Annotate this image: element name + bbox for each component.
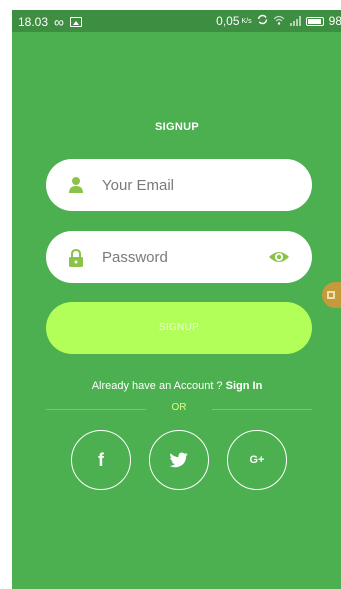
data-rate-unit: K/s — [241, 17, 252, 25]
floating-side-tab[interactable] — [322, 282, 341, 308]
status-bar: 18.03 ∞ 0,05 K/s 98 — [12, 10, 341, 32]
facebook-icon: f — [98, 449, 104, 470]
data-rate: 0,05 — [216, 14, 240, 28]
battery-icon — [305, 16, 324, 26]
google-plus-icon: G+ — [249, 454, 265, 466]
page-title: SIGNUP — [155, 121, 199, 133]
status-time: 18.03 — [18, 15, 49, 29]
twitter-button[interactable] — [149, 430, 209, 490]
email-field[interactable] — [46, 159, 312, 211]
google-plus-button[interactable]: G+ — [227, 430, 287, 490]
twitter-icon — [169, 452, 189, 468]
or-divider: OR — [46, 402, 312, 416]
signup-button[interactable]: SIGNUP — [46, 302, 312, 354]
sync-icon — [257, 14, 268, 28]
divider-line-right — [212, 409, 312, 410]
status-left: 18.03 ∞ — [18, 14, 83, 30]
phone-screen: 18.03 ∞ 0,05 K/s 98 SIGNUP Your Email SI… — [12, 10, 341, 589]
password-field[interactable] — [46, 231, 312, 283]
status-right: 0,05 K/s 98 — [216, 14, 341, 28]
side-tab-icon — [327, 291, 335, 299]
password-input[interactable] — [102, 245, 272, 269]
facebook-button[interactable]: f — [71, 430, 131, 490]
wifi-icon — [273, 14, 285, 28]
sign-in-link[interactable]: Sign In — [226, 380, 263, 392]
email-input[interactable] — [102, 173, 272, 197]
signal-icon — [289, 16, 301, 26]
lock-icon — [68, 248, 84, 267]
image-notification-icon — [70, 17, 83, 27]
account-prompt: Already have an Account ? Sign In — [12, 380, 341, 392]
user-icon — [68, 176, 84, 194]
eye-icon[interactable] — [268, 248, 290, 266]
account-prompt-text: Already have an Account ? — [91, 380, 226, 392]
battery-level: 98 — [328, 14, 341, 28]
infinity-icon: ∞ — [54, 14, 65, 30]
or-label: OR — [171, 402, 187, 413]
